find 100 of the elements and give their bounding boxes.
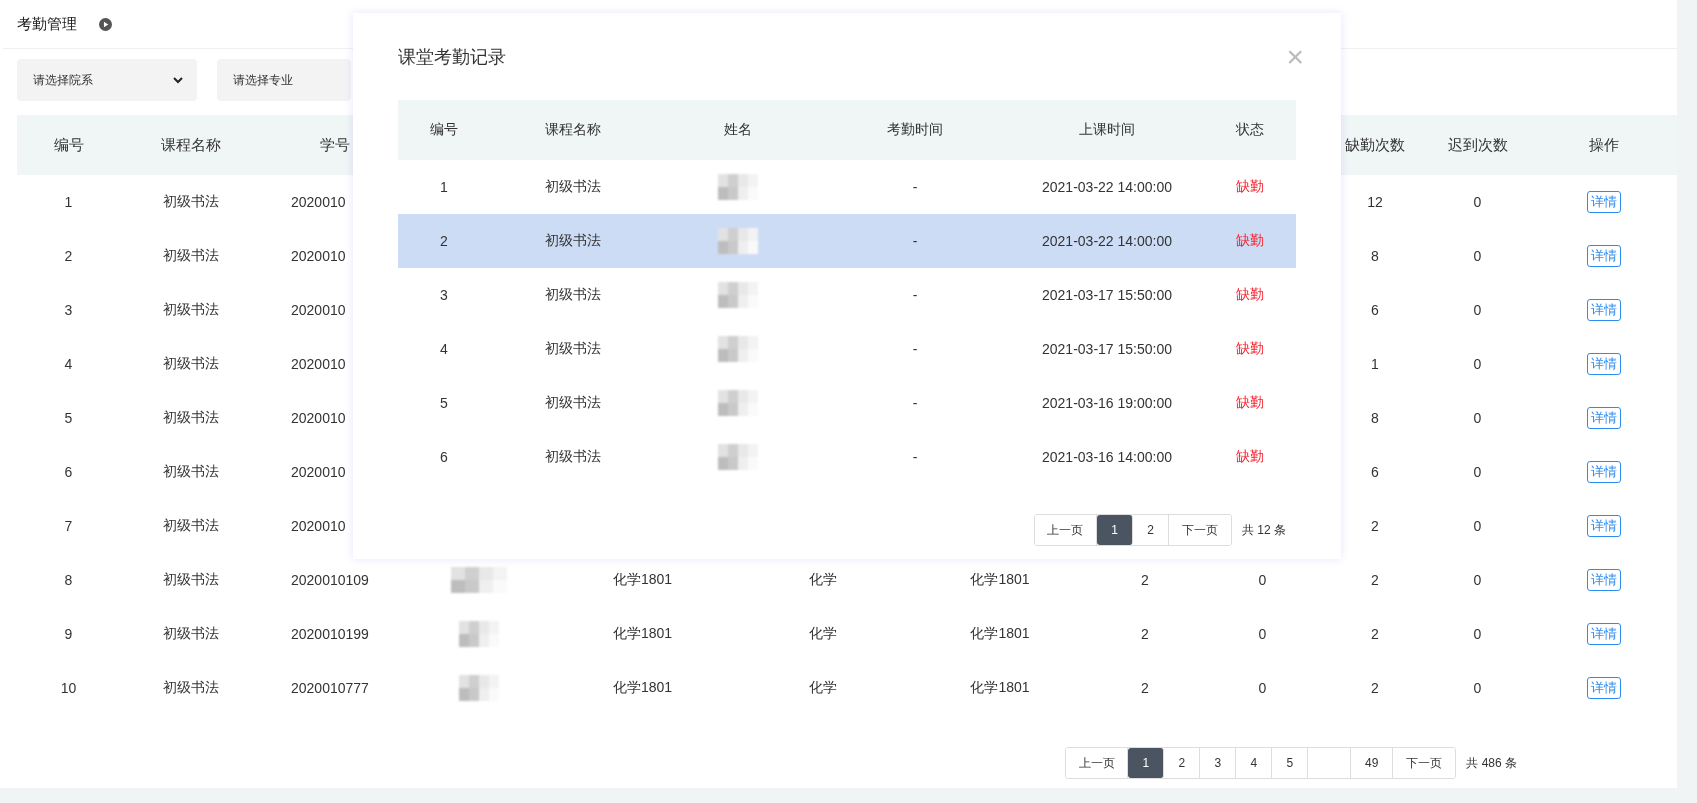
table-cell: 0	[1473, 572, 1482, 588]
blurred-photo-placeholder	[717, 228, 758, 254]
table-cell: 1	[64, 194, 73, 210]
column-header: 操作	[1588, 135, 1619, 155]
details-button[interactable]: 详情	[1586, 461, 1621, 483]
table-cell: 2021-03-17 15:50:00	[1042, 341, 1172, 357]
table-cell: 3	[64, 302, 73, 318]
table-cell: 初级书法	[544, 340, 601, 358]
details-button[interactable]: 详情	[1586, 677, 1621, 699]
table-cell: 6	[440, 449, 448, 465]
details-button[interactable]: 详情	[1586, 299, 1621, 321]
column-header: 上课时间	[1079, 121, 1135, 139]
table-cell: 0	[1473, 464, 1482, 480]
table-cell: 1	[1371, 356, 1379, 372]
table-cell: 2	[1371, 518, 1379, 534]
table-cell: 化学1801	[612, 679, 673, 697]
table-cell: 化学1801	[970, 679, 1030, 697]
table-cell: 初级书法	[163, 571, 219, 589]
select-field[interactable]: 请选择院系	[17, 59, 197, 101]
table-cell: 初级书法	[163, 679, 219, 697]
status-text: 缺勤	[1236, 178, 1264, 196]
dialog-title: 课堂考勤记录	[398, 46, 506, 69]
table-cell: 9	[64, 626, 73, 642]
table-cell: 2	[1371, 626, 1379, 642]
table-cell: -	[912, 449, 918, 465]
table-cell: 4	[440, 341, 448, 357]
table-cell: 初级书法	[163, 193, 219, 211]
table-cell: 化学	[808, 679, 837, 697]
table-cell: 2	[1141, 572, 1149, 588]
select-field[interactable]: 请选择专业	[217, 59, 351, 101]
blurred-photo-placeholder	[717, 336, 758, 362]
table-cell: 2021-03-16 14:00:00	[1042, 449, 1172, 465]
table-cell: 2	[1371, 680, 1379, 696]
table-cell-text: 2020010	[290, 248, 346, 264]
table-cell: 2021-03-22 14:00:00	[1042, 233, 1172, 249]
column-header: 考勤时间	[887, 121, 943, 139]
details-button[interactable]: 详情	[1586, 515, 1621, 537]
prev-page-button[interactable]: 上一页	[1035, 515, 1097, 545]
details-button[interactable]: 详情	[1586, 191, 1621, 213]
table-cell-text: 2020010	[290, 518, 346, 534]
table-cell: 初级书法	[544, 178, 601, 196]
table-cell: 0	[1473, 356, 1482, 372]
table-cell: 初级书法	[544, 448, 601, 466]
table-cell: -	[912, 287, 918, 303]
table-cell: 8	[1371, 410, 1379, 426]
table-cell: 初级书法	[163, 409, 219, 427]
table-cell: -	[912, 179, 918, 195]
total-count: 共 486 条	[1466, 754, 1517, 772]
table-cell-text: 2020010	[290, 194, 346, 210]
table-cell: 2	[440, 233, 448, 249]
column-header: 姓名	[723, 121, 752, 139]
table-cell: 5	[64, 410, 73, 426]
prev-page-button[interactable]: 上一页	[1066, 748, 1129, 778]
table-row[interactable]: 2 初级书法 - 2021-03-22 14:00:00 缺勤	[398, 214, 1296, 268]
details-button[interactable]: 详情	[1586, 407, 1621, 429]
column-header: 迟到次数	[1447, 135, 1508, 155]
status-text: 缺勤	[1236, 394, 1264, 412]
table-cell: 初级书法	[163, 247, 219, 265]
table-cell: 化学1801	[612, 625, 673, 643]
table-cell: -	[912, 395, 918, 411]
table-cell: 初级书法	[544, 394, 601, 412]
table-cell: 2021-03-17 15:50:00	[1042, 287, 1172, 303]
table-cell: 8	[64, 572, 73, 588]
column-header: 课程名称	[161, 135, 221, 155]
status-text: 缺勤	[1236, 340, 1264, 358]
table-cell: 初级书法	[163, 463, 219, 481]
page-button[interactable]: 1	[1097, 515, 1133, 545]
table-cell: 8	[1371, 248, 1379, 264]
play-circle-icon[interactable]	[99, 17, 112, 31]
table-cell: 3	[440, 287, 448, 303]
status-text: 缺勤	[1236, 286, 1264, 304]
table-cell: 0	[1473, 302, 1482, 318]
table-cell: 0	[1473, 410, 1482, 426]
table-cell: 化学	[808, 625, 837, 643]
page-button[interactable]: 1	[1128, 748, 1165, 778]
column-header: 编号	[53, 135, 84, 155]
table-cell: 0	[1473, 680, 1482, 696]
details-button[interactable]: 详情	[1586, 569, 1621, 591]
table-cell: 6	[1371, 464, 1379, 480]
table-cell: 2	[1141, 680, 1149, 696]
table-cell: 7	[64, 518, 73, 534]
details-button[interactable]: 详情	[1586, 245, 1621, 267]
table-cell: 0	[1473, 194, 1482, 210]
table-cell: 初级书法	[163, 301, 219, 319]
chevron-down-icon	[173, 76, 183, 84]
total-count: 共 12 条	[1242, 521, 1286, 539]
table-cell: 4	[64, 356, 73, 372]
table-cell: 0	[1473, 248, 1482, 264]
table-cell: 0	[1473, 626, 1482, 642]
table-cell: 0	[1258, 572, 1267, 588]
table-cell: 初级书法	[163, 355, 219, 373]
table-cell-text: 2020010	[290, 464, 346, 480]
details-button[interactable]: 详情	[1586, 353, 1621, 375]
details-button[interactable]: 详情	[1586, 623, 1621, 645]
table-cell: 化学1801	[970, 625, 1030, 643]
column-header: 课程名称	[544, 121, 601, 139]
table-cell: 10	[60, 680, 77, 696]
table-cell: 0	[1258, 626, 1267, 642]
table-cell-text: 2020010	[290, 356, 346, 372]
column-header: 编号	[430, 121, 458, 139]
